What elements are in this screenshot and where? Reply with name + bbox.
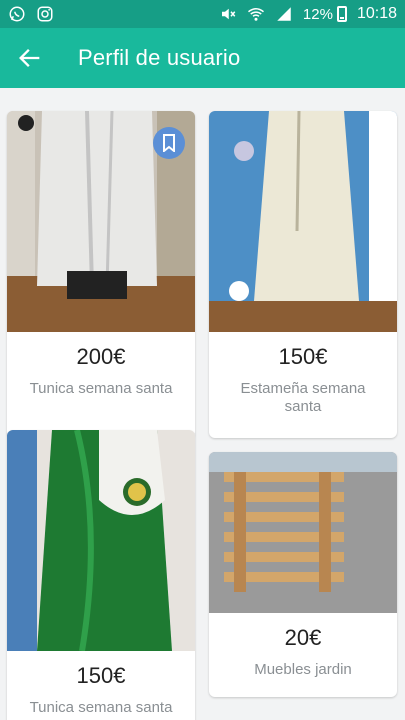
battery-icon	[336, 6, 347, 22]
product-title: Tunica semana santa	[29, 699, 173, 716]
notification-icons	[8, 5, 54, 23]
app-bar: Perfil de usuario	[0, 28, 405, 88]
product-title: Estameña semana santa	[240, 380, 366, 415]
product-price: 150€	[278, 344, 328, 369]
wifi-icon	[247, 8, 264, 21]
mute-icon	[221, 8, 236, 20]
product-price: 200€	[76, 344, 126, 369]
battery-percent: 12%	[302, 5, 333, 23]
product-card[interactable]: 150€ Estameña semana santa	[209, 111, 397, 438]
product-price: 150€	[76, 663, 126, 688]
status-bar: 12% 10:18	[0, 0, 405, 28]
back-button[interactable]	[0, 28, 60, 88]
page-title: Perfil de usuario	[78, 45, 241, 70]
battery-indicator: 12%	[303, 6, 347, 23]
product-title: Muebles jardin	[254, 661, 352, 678]
arrow-left-icon	[19, 49, 40, 67]
product-price: 20€	[284, 625, 322, 650]
product-photo	[7, 430, 195, 651]
bookmark-button[interactable]	[153, 127, 185, 159]
product-card[interactable]: 200€ Tunica semana santa	[7, 111, 195, 438]
signal-icon	[277, 7, 291, 21]
system-icons: 12% 10:18	[219, 5, 397, 23]
clock: 10:18	[356, 5, 397, 22]
instagram-icon	[37, 6, 53, 22]
whatsapp-icon	[9, 6, 25, 22]
product-photo	[7, 111, 195, 332]
product-photo	[209, 452, 397, 613]
bookmark-icon	[163, 134, 175, 152]
product-title: Tunica semana santa	[29, 380, 173, 397]
product-card[interactable]: 150€ Tunica semana santa	[7, 430, 195, 720]
product-card[interactable]: 20€ Muebles jardin	[209, 452, 397, 697]
product-photo	[209, 111, 397, 332]
product-grid: 200€ Tunica semana santa 150€ Estameña s…	[0, 88, 405, 720]
